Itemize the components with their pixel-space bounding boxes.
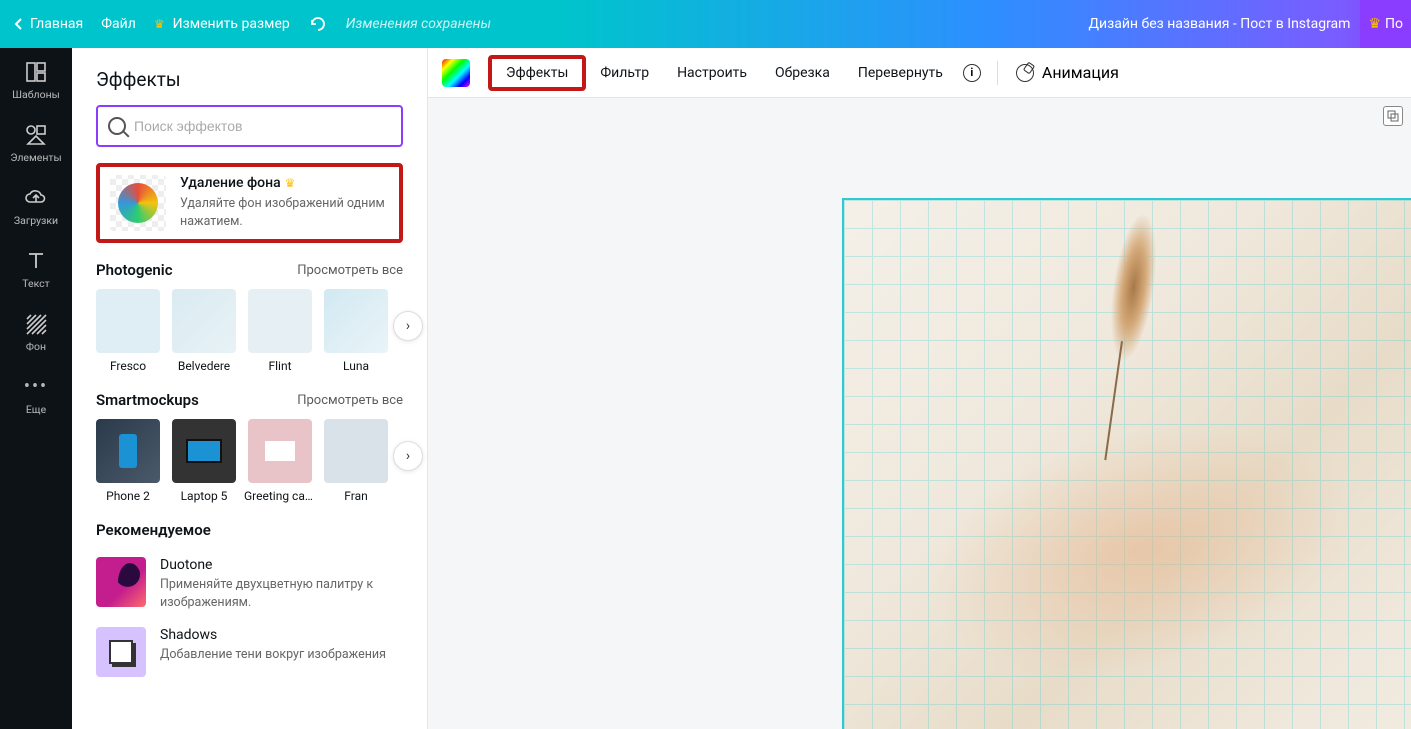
rail-more-label: Еще <box>26 403 46 416</box>
resize-menu[interactable]: ♛ Изменить размер <box>154 16 290 32</box>
resize-label: Изменить размер <box>173 16 290 32</box>
pro-label: По <box>1385 16 1403 32</box>
tb-animation[interactable]: Анимация <box>1008 55 1127 90</box>
effects-panel: Эффекты Удаление фона ♛ Удаляйте фон изо… <box>72 48 428 729</box>
duotone-name: Duotone <box>160 557 403 573</box>
rail-elements-label: Элементы <box>10 151 61 164</box>
recommended-title: Рекомендуемое <box>96 521 211 539</box>
rail-uploads[interactable]: Загрузки <box>0 174 72 237</box>
chevron-left-icon <box>14 17 24 31</box>
elements-icon <box>24 123 48 147</box>
mockup-laptop5[interactable]: Laptop 5 <box>172 419 236 503</box>
photogenic-title: Photogenic <box>96 261 173 279</box>
effect-label: Luna <box>343 359 369 373</box>
chevron-right-icon: › <box>406 448 410 464</box>
rail-text-label: Текст <box>22 277 49 290</box>
smartmockups-carousel: Phone 2 Laptop 5 Greeting car... Fran › <box>96 419 403 503</box>
rail-elements[interactable]: Элементы <box>0 111 72 174</box>
search-icon <box>108 117 126 135</box>
shadows-name: Shadows <box>160 627 386 643</box>
crown-icon: ♛ <box>154 17 165 31</box>
home-label: Главная <box>30 16 83 32</box>
carousel-next-button[interactable]: › <box>393 441 423 471</box>
top-bar: Главная Файл ♛ Изменить размер Изменения… <box>0 0 1411 48</box>
search-input[interactable] <box>134 118 391 134</box>
search-input-wrapper[interactable] <box>96 105 403 147</box>
mockup-greeting[interactable]: Greeting car... <box>248 419 312 503</box>
chevron-right-icon: › <box>406 318 410 334</box>
animation-icon <box>1016 64 1034 82</box>
duotone-thumb <box>96 557 146 607</box>
canvas-area[interactable] <box>428 98 1411 729</box>
background-icon <box>24 312 48 336</box>
mockup-label: Fran <box>344 489 367 503</box>
editor-toolbar: Эффекты Фильтр Настроить Обрезка Перевер… <box>428 48 1411 98</box>
file-menu[interactable]: Файл <box>101 16 136 32</box>
rail-background[interactable]: Фон <box>0 300 72 363</box>
file-label: Файл <box>101 16 136 32</box>
effect-belvedere[interactable]: Belvedere <box>172 289 236 373</box>
tb-flip[interactable]: Перевернуть <box>844 57 957 89</box>
save-status: Изменения сохранены <box>346 16 491 32</box>
topbar-left: Главная Файл ♛ Изменить размер Изменения… <box>0 16 491 32</box>
crown-icon: ♛ <box>1368 16 1381 32</box>
recommended-duotone[interactable]: Duotone Применяйте двухцветную палитру к… <box>96 549 403 619</box>
copy-style-button[interactable] <box>1383 106 1403 126</box>
tb-adjust[interactable]: Настроить <box>663 57 761 89</box>
bg-remover-thumb <box>110 175 166 231</box>
effect-label: Flint <box>268 359 291 373</box>
cloud-upload-icon <box>24 186 48 210</box>
bg-remover-desc: Удаляйте фон изображений одним нажатием. <box>180 195 389 230</box>
crown-icon: ♛ <box>285 176 296 190</box>
bg-remover-card[interactable]: Удаление фона ♛ Удаляйте фон изображений… <box>96 163 403 243</box>
undo-button[interactable] <box>308 16 328 32</box>
design-canvas[interactable] <box>842 198 1411 729</box>
templates-icon <box>24 60 48 84</box>
effect-flint[interactable]: Flint <box>248 289 312 373</box>
tb-effects[interactable]: Эффекты <box>488 55 586 91</box>
info-icon[interactable]: i <box>963 64 981 82</box>
color-ball-icon <box>118 183 158 223</box>
rail-background-label: Фон <box>26 340 46 353</box>
copy-icon <box>1387 110 1399 122</box>
tb-filter[interactable]: Фильтр <box>586 57 663 89</box>
rail-uploads-label: Загрузки <box>14 214 58 227</box>
effect-luna[interactable]: Luna <box>324 289 388 373</box>
mockup-label: Laptop 5 <box>181 489 228 503</box>
rail-text[interactable]: Текст <box>0 237 72 300</box>
recommended-shadows[interactable]: Shadows Добавление тени вокруг изображен… <box>96 619 403 685</box>
smartmockups-view-all[interactable]: Просмотреть все <box>297 393 403 408</box>
effect-label: Belvedere <box>178 359 230 373</box>
mockup-label: Greeting car... <box>244 489 316 503</box>
toolbar-divider <box>997 61 998 85</box>
carousel-next-button[interactable]: › <box>393 311 423 341</box>
pro-button[interactable]: ♛ По <box>1360 0 1411 48</box>
color-picker-button[interactable] <box>442 59 470 87</box>
undo-icon <box>308 16 328 32</box>
photogenic-carousel: Fresco Belvedere Flint Luna › <box>96 289 403 373</box>
shadows-desc: Добавление тени вокруг изображения <box>160 646 386 664</box>
animation-label: Анимация <box>1042 63 1119 82</box>
dots-icon: ••• <box>24 375 48 399</box>
effect-label: Fresco <box>110 359 146 373</box>
panel-title: Эффекты <box>72 48 427 105</box>
effect-fresco[interactable]: Fresco <box>96 289 160 373</box>
mockup-frame[interactable]: Fran <box>324 419 388 503</box>
duotone-desc: Применяйте двухцветную палитру к изображ… <box>160 576 403 611</box>
shadows-thumb <box>96 627 146 677</box>
mockup-phone2[interactable]: Phone 2 <box>96 419 160 503</box>
photogenic-view-all[interactable]: Просмотреть все <box>297 263 403 278</box>
document-title[interactable]: Дизайн без названия - Пост в Instagram <box>1089 16 1361 32</box>
tb-crop[interactable]: Обрезка <box>761 57 844 89</box>
rail-templates-label: Шаблоны <box>12 88 60 101</box>
rail-more[interactable]: ••• Еще <box>0 363 72 426</box>
bg-remover-title: Удаление фона ♛ <box>180 175 389 191</box>
side-rail: Шаблоны Элементы Загрузки Текст Фон ••• … <box>0 48 72 729</box>
mockup-label: Phone 2 <box>106 489 150 503</box>
smartmockups-title: Smartmockups <box>96 391 199 409</box>
home-button[interactable]: Главная <box>14 16 83 32</box>
rail-templates[interactable]: Шаблоны <box>0 48 72 111</box>
text-icon <box>24 249 48 273</box>
